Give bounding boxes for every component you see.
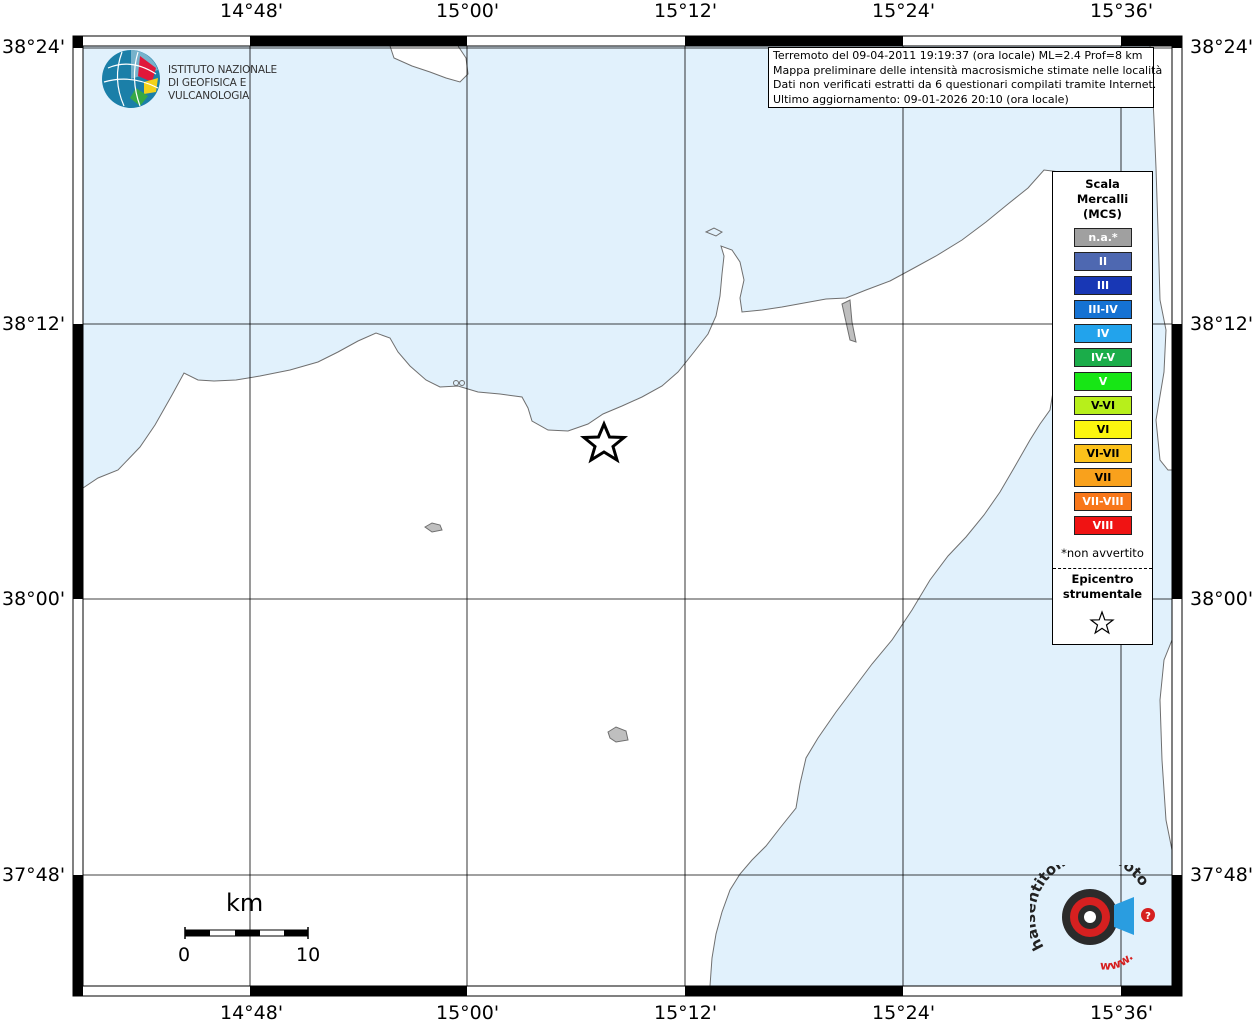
lat-tick-left: 38°00' — [2, 588, 66, 610]
event-info-line: Ultimo aggiornamento: 09-01-2026 20:10 (… — [773, 92, 1069, 106]
legend-epicenter-label: Epicentro strumentale — [1053, 572, 1152, 602]
lat-tick-left: 38°24' — [2, 36, 66, 58]
legend-swatch: IV — [1074, 324, 1132, 343]
lat-tick-left: 38°12' — [2, 313, 66, 335]
lon-tick-top: 15°24' — [872, 0, 936, 22]
legend-swatch: VII-VIII — [1074, 492, 1132, 511]
legend-swatch: II — [1074, 252, 1132, 271]
logo-line: DI GEOFISICA E VULCANOLOGIA — [168, 77, 250, 102]
legend-title-line: (MCS) — [1083, 207, 1122, 221]
legend-divider — [1053, 568, 1152, 569]
legend-swatch: III — [1074, 276, 1132, 295]
haisentito-logo: ? haisentitoilterremoto.it www. — [1021, 845, 1165, 975]
legend-title: Scala Mercalli (MCS) — [1053, 177, 1152, 222]
lon-tick-top: 15°36' — [1090, 0, 1154, 22]
lon-tick-top: 14°48' — [220, 0, 284, 22]
target-icon: ? haisentitoilterremoto.it www. — [1021, 845, 1155, 973]
ingv-logo-text: ISTITUTO NAZIONALE DI GEOFISICA E VULCAN… — [168, 64, 330, 103]
lon-tick-bottom: 15°12' — [654, 1002, 718, 1024]
ingv-logo: ISTITUTO NAZIONALE DI GEOFISICA E VULCAN… — [100, 46, 330, 112]
question-mark: ? — [1145, 911, 1151, 922]
svg-text:www.: www. — [1100, 950, 1136, 973]
legend-swatch: V — [1074, 372, 1132, 391]
legend-star-icon — [1089, 610, 1115, 635]
legend-title-line: Mercalli — [1076, 192, 1129, 206]
lat-tick-right: 38°00' — [1190, 588, 1254, 610]
scale-unit: km — [226, 889, 264, 917]
legend-swatch: VII — [1074, 468, 1132, 487]
watermark-bottom-text: www. — [1100, 950, 1136, 973]
lon-tick-bottom: 15°36' — [1090, 1002, 1154, 1024]
scale-max: 10 — [296, 944, 321, 966]
legend-swatch: VI — [1074, 420, 1132, 439]
lon-tick-bottom: 15°00' — [436, 1002, 500, 1024]
lon-tick-top: 15°00' — [436, 0, 500, 22]
legend-swatch: III-IV — [1074, 300, 1132, 319]
legend-swatch: n.a.* — [1074, 228, 1132, 247]
lat-tick-right: 38°24' — [1190, 36, 1254, 58]
lat-tick-right: 37°48' — [1190, 864, 1254, 886]
lat-tick-left: 37°48' — [2, 864, 66, 886]
legend-swatch: VIII — [1074, 516, 1132, 535]
lat-tick-right: 38°12' — [1190, 313, 1254, 335]
lon-tick-bottom: 15°24' — [872, 1002, 936, 1024]
legend-title-line: Scala — [1085, 177, 1120, 191]
logo-line: ISTITUTO NAZIONALE — [168, 64, 277, 76]
legend-swatch: IV-V — [1074, 348, 1132, 367]
lon-tick-bottom: 14°48' — [220, 1002, 284, 1024]
legend-note: *non avvertito — [1061, 546, 1144, 560]
legend-swatch: V-VI — [1074, 396, 1132, 415]
legend-swatch: VI-VII — [1074, 444, 1132, 463]
globe-icon — [102, 50, 160, 108]
legend-epicenter-line: strumentale — [1062, 587, 1143, 601]
legend-epicenter-line: Epicentro — [1071, 572, 1134, 586]
event-info-line: Terremoto del 09-04-2011 19:19:37 (ora l… — [773, 49, 1143, 62]
event-info-line: Mappa preliminare delle intensità macros… — [773, 63, 1163, 77]
event-info-box: Terremoto del 09-04-2011 19:19:37 (ora l… — [768, 47, 1163, 108]
scale-min: 0 — [178, 944, 191, 966]
event-info-line: Dati non verificati estratti da 6 questi… — [773, 78, 1157, 91]
mcs-legend: Scala Mercalli (MCS) n.a.* II III III-IV IV I… — [1052, 171, 1153, 645]
lon-tick-top: 15°12' — [654, 0, 718, 22]
